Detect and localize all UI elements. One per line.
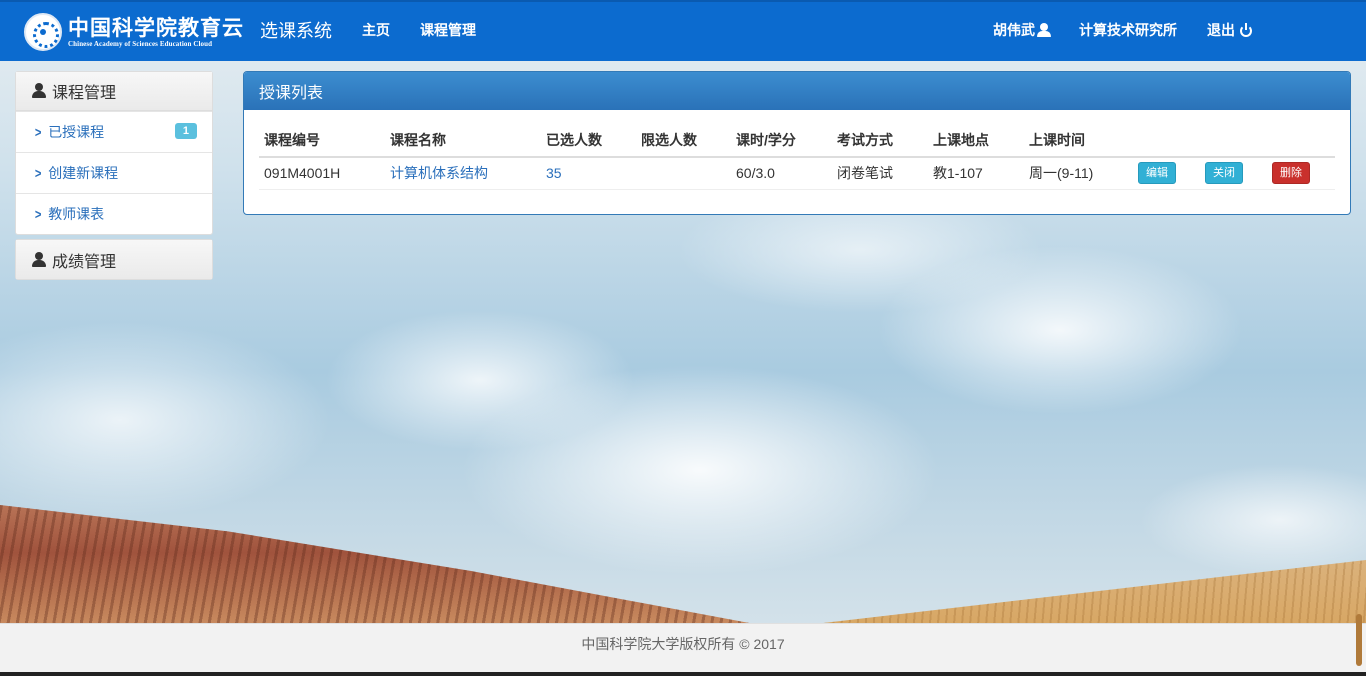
brand-name-cn: 中国科学院教育云: [68, 14, 244, 40]
course-list-panel: 授课列表 课程编号 课程名称 已选人数 限选人数 课时/学分 考试方式 上课地点…: [243, 71, 1351, 215]
column-header: 考试方式: [832, 124, 928, 158]
chevron-right-icon: >: [34, 124, 42, 140]
system-title[interactable]: 选课系统: [260, 17, 332, 43]
sidebar-item-label: 创建新课程: [48, 165, 119, 181]
user-name: 胡伟武: [993, 22, 1035, 38]
close-button[interactable]: 关闭: [1205, 162, 1243, 185]
column-header: 课时/学分: [731, 124, 832, 158]
user-icon: [31, 83, 47, 99]
cas-emblem-icon: [24, 13, 62, 51]
column-header: 课程编号: [259, 124, 385, 158]
bottom-edge: [0, 672, 1366, 676]
column-header: 已选人数: [541, 124, 636, 158]
class-time-cell: 周一(9-11): [1024, 157, 1133, 190]
sidebar-course-heading[interactable]: 课程管理: [16, 72, 212, 111]
enroll-limit-cell: [636, 157, 731, 190]
delete-button[interactable]: 删除: [1272, 162, 1310, 185]
user-icon: [1037, 23, 1051, 37]
sidebar-item-label: 教师课表: [48, 206, 105, 222]
footer: 中国科学院大学版权所有 © 2017: [0, 623, 1366, 676]
sidebar-grade-title: 成绩管理: [52, 253, 117, 271]
nav-home-link[interactable]: 主页: [362, 20, 390, 40]
course-name-link[interactable]: 计算机体系结构: [385, 157, 541, 190]
nav-course-management-link[interactable]: 课程管理: [420, 20, 476, 40]
sidebar-item-label: 已授课程: [48, 124, 105, 140]
column-header: 课程名称: [385, 124, 541, 158]
sidebar-course-panel: 课程管理 > 已授课程 1 > 创建新课程 > 教师课表: [15, 71, 213, 235]
brand-logo[interactable]: 中国科学院教育云 Chinese Academy of Sciences Edu…: [24, 12, 244, 52]
power-icon: [1239, 23, 1253, 37]
column-header-actions: [1133, 124, 1200, 158]
user-icon: [31, 251, 47, 268]
scroll-indicator: [1356, 614, 1362, 666]
table-header-row: 课程编号 课程名称 已选人数 限选人数 课时/学分 考试方式 上课地点 上课时间: [259, 124, 1335, 158]
count-badge: 1: [174, 123, 197, 139]
location-cell: 教1-107: [928, 157, 1024, 190]
column-header: 上课时间: [1024, 124, 1133, 158]
column-header: 上课地点: [928, 124, 1024, 158]
exam-type-cell: 闭卷笔试: [832, 157, 928, 190]
column-header-actions: [1200, 124, 1267, 158]
delete-cell: 删除: [1267, 157, 1335, 190]
brand-name-en: Chinese Academy of Sciences Education Cl…: [68, 39, 213, 48]
column-header: 限选人数: [636, 124, 731, 158]
logout-label: 退出: [1207, 22, 1235, 38]
brand-text: 中国科学院教育云 Chinese Academy of Sciences Edu…: [68, 17, 244, 48]
course-id-cell: 091M4001H: [259, 157, 385, 190]
edit-button[interactable]: 编辑: [1138, 162, 1176, 185]
hours-credits-cell: 60/3.0: [731, 157, 832, 190]
copyright-text: 中国科学院大学版权所有 © 2017: [581, 636, 785, 652]
column-header-actions: [1267, 124, 1335, 158]
chevron-right-icon: >: [34, 206, 42, 222]
nav-logout-link[interactable]: 退出: [1207, 20, 1253, 40]
sidebar-item-create-course[interactable]: > 创建新课程: [16, 152, 212, 193]
sidebar-item-taught-courses[interactable]: > 已授课程 1: [16, 111, 212, 152]
nav-user-link[interactable]: 胡伟武: [993, 20, 1051, 40]
nav-institute-link[interactable]: 计算技术研究所: [1079, 20, 1177, 40]
chevron-right-icon: >: [34, 165, 42, 181]
panel-title: 授课列表: [244, 72, 1350, 110]
sidebar-grade-heading[interactable]: 成绩管理: [16, 240, 212, 279]
enrolled-count-link[interactable]: 35: [541, 157, 636, 190]
close-cell: 关闭: [1200, 157, 1267, 190]
table-row: 091M4001H 计算机体系结构 35 60/3.0 闭卷笔试 教1-107 …: [259, 157, 1335, 190]
edit-cell: 编辑: [1133, 157, 1200, 190]
course-table: 课程编号 课程名称 已选人数 限选人数 课时/学分 考试方式 上课地点 上课时间…: [259, 124, 1335, 190]
sidebar-course-title: 课程管理: [52, 85, 117, 102]
sidebar-item-teacher-schedule[interactable]: > 教师课表: [16, 193, 212, 234]
sidebar-grade-panel: 成绩管理: [15, 239, 213, 280]
top-navbar: 中国科学院教育云 Chinese Academy of Sciences Edu…: [0, 0, 1366, 61]
